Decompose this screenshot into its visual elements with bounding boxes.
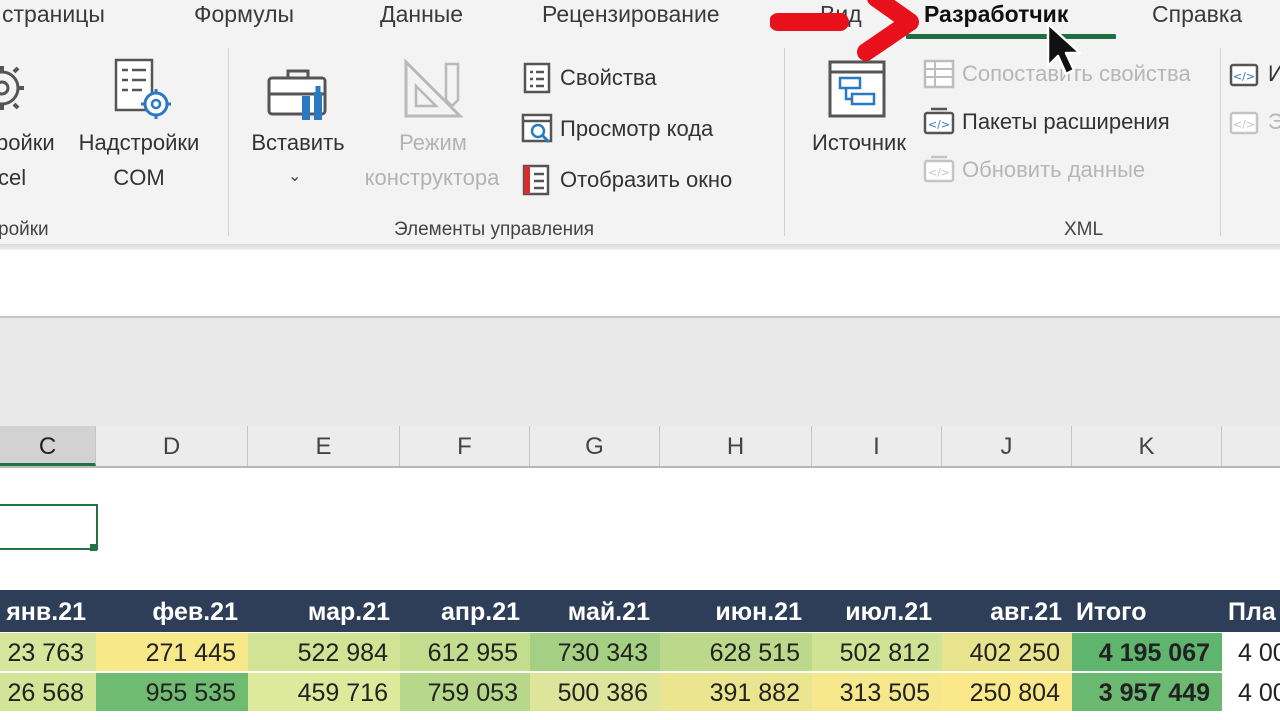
column-header-c[interactable]: C bbox=[0, 426, 96, 466]
view-code-label: Просмотр кода bbox=[560, 116, 714, 141]
properties-label: Свойства bbox=[560, 65, 657, 90]
table-cell[interactable]: 26 568 bbox=[0, 673, 96, 711]
tab-help[interactable]: Справка bbox=[1152, 0, 1242, 30]
refresh-data-label: Обновить данные bbox=[962, 157, 1146, 182]
com-addins-icon[interactable] bbox=[112, 58, 174, 122]
tab-review[interactable]: Рецензирование bbox=[542, 0, 720, 30]
worksheet-top-gap bbox=[0, 318, 1280, 426]
table-cell[interactable]: 955 535 bbox=[96, 673, 248, 711]
tab-formulas[interactable]: Формулы bbox=[194, 0, 294, 30]
design-mode-icon bbox=[402, 58, 464, 120]
table-cell[interactable]: 402 250 bbox=[942, 633, 1072, 671]
column-header-l[interactable] bbox=[1222, 426, 1280, 466]
column-header-e[interactable]: E bbox=[248, 426, 400, 466]
properties-button[interactable]: Свойства bbox=[520, 58, 657, 98]
total-cell[interactable]: 4 195 067 bbox=[1072, 633, 1222, 671]
refresh-data-button: </> Обновить данные bbox=[922, 150, 1145, 190]
xml-group-label: XML bbox=[1064, 219, 1104, 240]
gear-icon[interactable] bbox=[0, 58, 28, 118]
table-cell[interactable]: 4 00 bbox=[1222, 633, 1280, 671]
table-header-cell[interactable]: мар.21 bbox=[248, 590, 400, 632]
expansion-packs-icon: </> bbox=[923, 107, 955, 135]
xml-export-label: Э bbox=[1268, 109, 1280, 134]
table-cell[interactable]: 500 386 bbox=[530, 673, 660, 711]
tab-data[interactable]: Данные bbox=[380, 0, 463, 30]
table-header-cell[interactable]: июл.21 bbox=[812, 590, 942, 632]
table-header-cell[interactable]: май.21 bbox=[530, 590, 660, 632]
xml-import-icon: </> bbox=[1229, 63, 1259, 87]
table-cell[interactable]: 628 515 bbox=[660, 633, 812, 671]
excel-addins-label-1[interactable]: ройки bbox=[0, 130, 55, 156]
tab-page-layout[interactable]: страницы bbox=[2, 0, 105, 30]
table-cell[interactable]: 759 053 bbox=[400, 673, 530, 711]
svg-text:</>: </> bbox=[928, 118, 950, 131]
table-header-cell[interactable]: авг.21 bbox=[942, 590, 1072, 632]
table-header-cell[interactable]: янв.21 bbox=[0, 590, 96, 632]
expansion-packs-button[interactable]: </> Пакеты расширения bbox=[922, 102, 1170, 142]
xml-source-label[interactable]: Источник bbox=[800, 130, 918, 156]
table-cell[interactable]: 522 984 bbox=[248, 633, 400, 671]
excel-addins-label-2[interactable]: cel bbox=[0, 165, 26, 191]
table-cell[interactable]: 4 00 bbox=[1222, 673, 1280, 711]
run-dialog-icon bbox=[522, 164, 550, 196]
column-header-g[interactable]: G bbox=[530, 426, 660, 466]
table-cell[interactable]: 271 445 bbox=[96, 633, 248, 671]
svg-text:</>: </> bbox=[928, 166, 950, 179]
group-separator bbox=[228, 48, 229, 236]
controls-group-label: Элементы управления bbox=[394, 219, 595, 240]
expansion-packs-label: Пакеты расширения bbox=[962, 109, 1170, 134]
column-header-j[interactable]: J bbox=[942, 426, 1072, 466]
group-separator bbox=[784, 48, 785, 236]
table-header-cell[interactable]: июн.21 bbox=[660, 590, 812, 632]
table-cell[interactable]: 612 955 bbox=[400, 633, 530, 671]
svg-text:</>: </> bbox=[1233, 118, 1255, 131]
xml-import-button[interactable]: </> И bbox=[1228, 54, 1280, 94]
addins-group-label: ройки bbox=[0, 219, 49, 240]
svg-text:</>: </> bbox=[1233, 70, 1255, 83]
formula-bar-area[interactable] bbox=[0, 250, 1280, 316]
table-cell[interactable]: 313 505 bbox=[812, 673, 942, 711]
properties-icon bbox=[523, 62, 551, 94]
group-separator bbox=[1220, 48, 1221, 236]
xml-import-label: И bbox=[1268, 61, 1280, 86]
column-header-i[interactable]: I bbox=[812, 426, 942, 466]
column-header-f[interactable]: F bbox=[400, 426, 530, 466]
run-dialog-button[interactable]: Отобразить окно bbox=[520, 160, 732, 200]
column-header-d[interactable]: D bbox=[96, 426, 248, 466]
table-header-cell[interactable]: Пла bbox=[1222, 590, 1280, 632]
table-cell[interactable]: 23 763 bbox=[0, 633, 96, 671]
map-properties-icon bbox=[923, 59, 955, 89]
table-header-cell[interactable]: апр.21 bbox=[400, 590, 530, 632]
toolbox-icon[interactable] bbox=[266, 66, 332, 124]
table-cell[interactable]: 391 882 bbox=[660, 673, 812, 711]
insert-control-label[interactable]: Вставить bbox=[240, 130, 356, 156]
table-cell[interactable]: 730 343 bbox=[530, 633, 660, 671]
table-cell[interactable]: 250 804 bbox=[942, 673, 1072, 711]
mouse-cursor-icon bbox=[1044, 22, 1084, 78]
run-dialog-label: Отобразить окно bbox=[560, 167, 733, 192]
total-cell[interactable]: 3 957 449 bbox=[1072, 673, 1222, 711]
column-header-h[interactable]: H bbox=[660, 426, 812, 466]
column-header-bar: C D E F G H I J K bbox=[0, 426, 1280, 468]
table-header-cell[interactable]: фев.21 bbox=[96, 590, 248, 632]
com-addins-label-1[interactable]: Надстройки bbox=[70, 130, 208, 156]
table-header-cell[interactable]: Итого bbox=[1072, 590, 1222, 632]
annotation-arrow-icon bbox=[769, 0, 920, 66]
design-mode-label-2: конструктора bbox=[364, 165, 500, 190]
table-cell[interactable]: 459 716 bbox=[248, 673, 400, 711]
xml-source-icon[interactable] bbox=[826, 58, 888, 120]
com-addins-label-2[interactable]: COM bbox=[70, 165, 208, 191]
view-code-button[interactable]: Просмотр кода bbox=[520, 109, 713, 149]
refresh-data-icon: </> bbox=[923, 155, 955, 183]
design-mode-label-1: Режим bbox=[399, 130, 467, 155]
column-header-k[interactable]: K bbox=[1072, 426, 1222, 466]
fill-handle[interactable] bbox=[90, 544, 97, 551]
active-tab-underline bbox=[906, 34, 1116, 39]
chevron-down-icon[interactable]: ⌄ bbox=[288, 166, 301, 186]
table-cell[interactable]: 502 812 bbox=[812, 633, 942, 671]
view-code-icon bbox=[521, 113, 553, 144]
active-cell-selection[interactable] bbox=[0, 504, 98, 550]
xml-export-icon: </> bbox=[1229, 111, 1259, 135]
xml-export-button: </> Э bbox=[1228, 102, 1280, 142]
